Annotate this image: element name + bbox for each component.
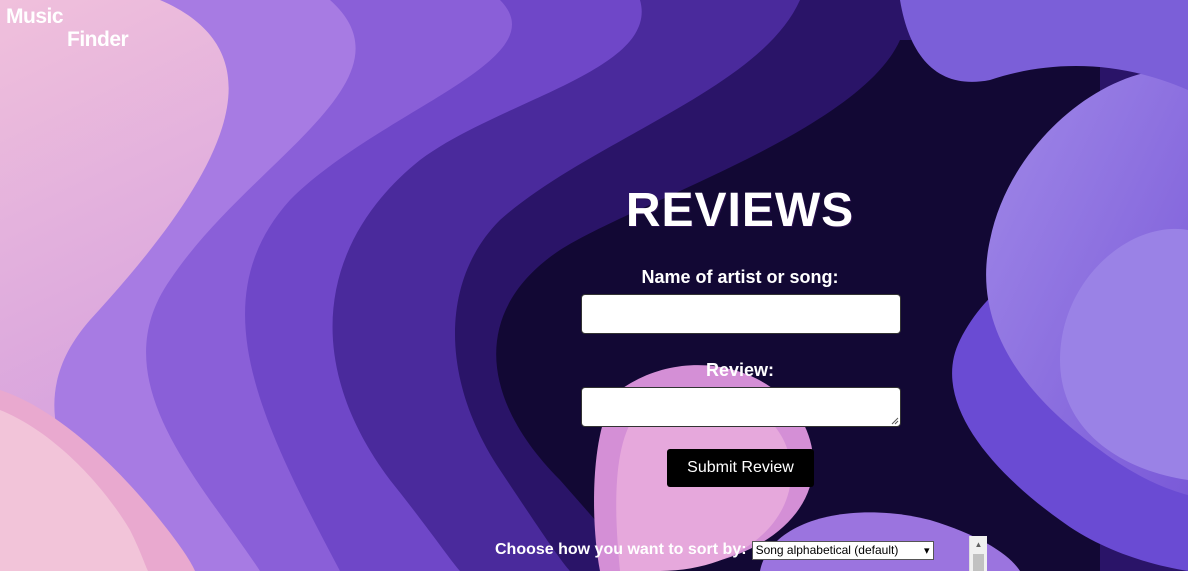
sort-selected-value: Song alphabetical (default) xyxy=(755,543,899,557)
review-textarea[interactable] xyxy=(581,387,901,427)
logo-line-2: Finder xyxy=(67,28,129,51)
site-logo[interactable]: Music Finder xyxy=(6,5,129,51)
review-label: Review: xyxy=(705,360,775,380)
scroll-up-arrow-icon[interactable]: ▲ xyxy=(970,536,987,552)
sort-label: Choose how you want to sort by: xyxy=(495,541,747,558)
submit-review-button[interactable]: Submit Review xyxy=(667,449,814,487)
artist-song-label: Name of artist or song: xyxy=(641,267,839,287)
scroll-thumb[interactable] xyxy=(973,554,984,571)
page: Music Finder REVIEWS Name of artist or s… xyxy=(0,0,1188,571)
sort-select[interactable]: Song alphabetical (default) ▾ xyxy=(751,540,934,560)
chevron-down-icon: ▾ xyxy=(924,544,930,557)
page-scrollbar[interactable]: ▲ xyxy=(969,536,987,571)
sort-control: Choose how you want to sort by: Song alp… xyxy=(495,539,934,561)
artist-song-input[interactable] xyxy=(581,294,901,334)
page-title: REVIEWS xyxy=(625,184,855,237)
logo-line-1: Music xyxy=(6,5,64,28)
